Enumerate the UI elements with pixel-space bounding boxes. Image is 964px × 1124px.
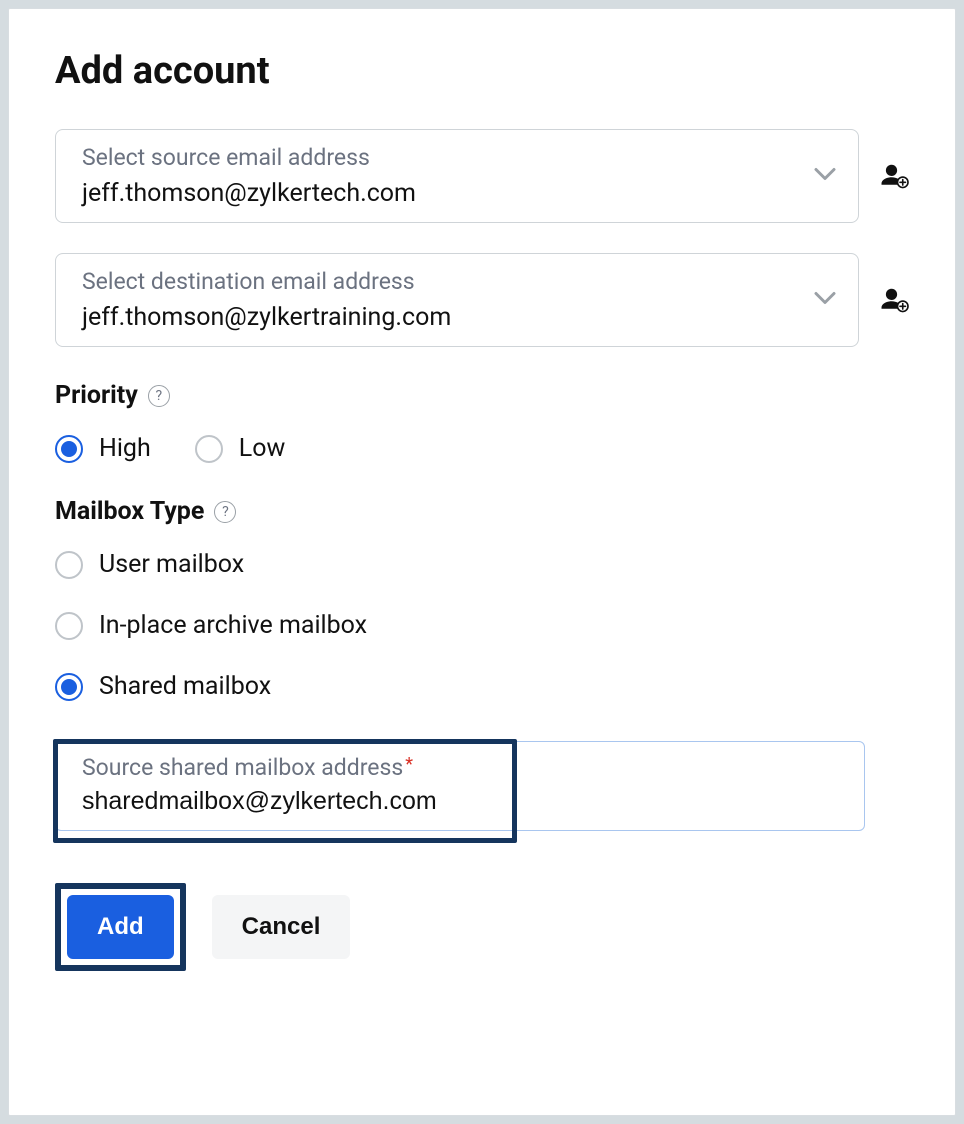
destination-email-label: Select destination email address [82, 268, 808, 295]
priority-options: High Low [55, 434, 909, 463]
add-account-panel: Add account Select source email address … [8, 8, 956, 1116]
button-row: Add Cancel [55, 883, 909, 971]
help-icon[interactable]: ? [214, 501, 236, 523]
radio-icon [55, 673, 83, 701]
add-user-icon[interactable] [879, 161, 909, 191]
destination-email-value: jeff.thomson@zylkertraining.com [82, 303, 808, 332]
mailbox-type-section: Mailbox Type ? [55, 497, 909, 526]
radio-icon [55, 551, 83, 579]
shared-mailbox-field-wrap: Source shared mailbox address* [55, 741, 909, 831]
source-email-value: jeff.thomson@zylkertech.com [82, 179, 808, 208]
mailbox-type-label: Mailbox Type [55, 497, 204, 526]
required-asterisk: * [405, 754, 413, 775]
chevron-down-icon [814, 167, 836, 186]
radio-icon [195, 435, 223, 463]
source-email-select[interactable]: Select source email address jeff.thomson… [55, 129, 859, 223]
destination-email-select[interactable]: Select destination email address jeff.th… [55, 253, 859, 347]
mailbox-user-label: User mailbox [99, 550, 244, 579]
mailbox-archive-radio[interactable]: In-place archive mailbox [55, 611, 909, 640]
priority-label: Priority [55, 381, 138, 410]
radio-icon [55, 612, 83, 640]
priority-high-label: High [99, 434, 151, 463]
source-email-row: Select source email address jeff.thomson… [55, 129, 909, 223]
shared-mailbox-input[interactable] [82, 781, 838, 816]
mailbox-type-options: User mailbox In-place archive mailbox Sh… [55, 550, 909, 701]
shared-mailbox-label: Source shared mailbox address* [82, 754, 838, 781]
priority-section: Priority ? [55, 381, 909, 410]
add-button-highlight: Add [55, 883, 186, 971]
add-button[interactable]: Add [67, 895, 174, 959]
source-email-label: Select source email address [82, 144, 808, 171]
chevron-down-icon [814, 291, 836, 310]
add-user-icon[interactable] [879, 285, 909, 315]
destination-email-row: Select destination email address jeff.th… [55, 253, 909, 347]
mailbox-user-radio[interactable]: User mailbox [55, 550, 909, 579]
priority-high-radio[interactable]: High [55, 434, 151, 463]
shared-mailbox-input-box[interactable]: Source shared mailbox address* [55, 741, 865, 831]
page-title: Add account [55, 49, 909, 93]
mailbox-archive-label: In-place archive mailbox [99, 611, 367, 640]
help-icon[interactable]: ? [148, 385, 170, 407]
mailbox-shared-radio[interactable]: Shared mailbox [55, 672, 909, 701]
mailbox-shared-label: Shared mailbox [99, 672, 271, 701]
priority-low-label: Low [239, 434, 286, 463]
priority-low-radio[interactable]: Low [195, 434, 286, 463]
radio-icon [55, 435, 83, 463]
cancel-button[interactable]: Cancel [212, 895, 351, 959]
